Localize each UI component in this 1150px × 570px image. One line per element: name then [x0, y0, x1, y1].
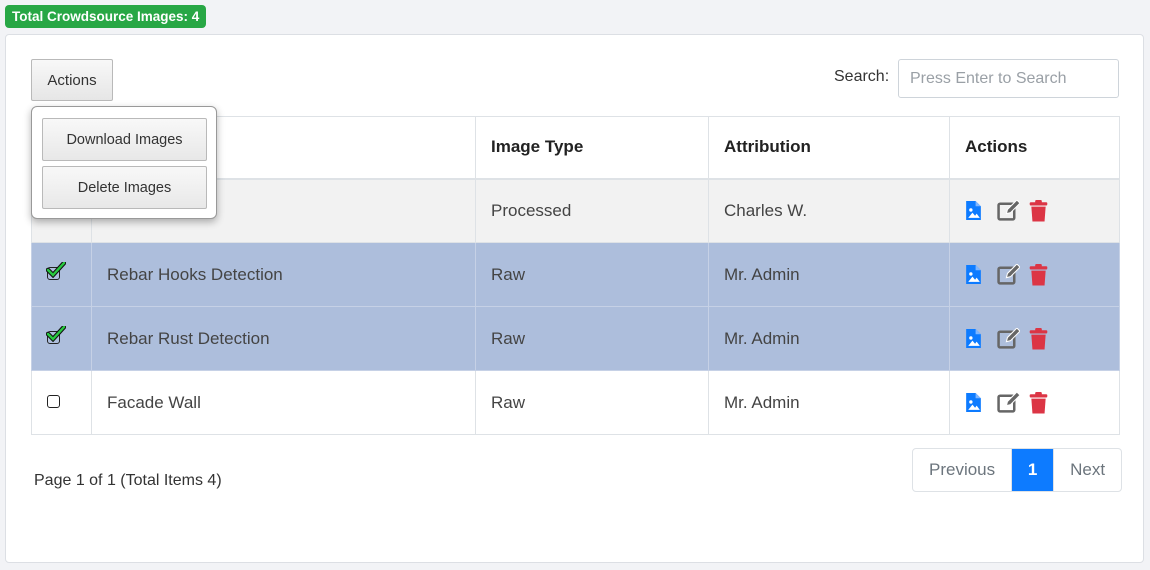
attribution-cell: Mr. Admin	[708, 242, 950, 307]
row-select-cell	[31, 242, 92, 307]
row-actions-cell	[949, 242, 1120, 307]
table-row[interactable]: Rebar Hooks Detection Raw Mr. Admin	[31, 242, 1120, 307]
row-checkbox[interactable]	[47, 394, 60, 408]
total-images-badge: Total Crowdsource Images: 4	[5, 5, 207, 28]
image-file-icon[interactable]	[965, 392, 987, 414]
image-title-cell: Rebar Hooks Detection	[91, 242, 476, 307]
trash-icon[interactable]	[1029, 199, 1051, 222]
search-input[interactable]	[898, 59, 1119, 98]
attribution-column-header: Attribution	[708, 116, 950, 180]
page-1-button[interactable]: 1	[1012, 449, 1054, 491]
page-info: Page 1 of 1 (Total Items 4)	[34, 472, 222, 489]
row-select-cell	[31, 370, 92, 435]
edit-icon[interactable]	[997, 199, 1021, 222]
image-type-cell: Processed	[475, 178, 709, 243]
row-actions-cell	[949, 178, 1120, 243]
row-checkbox[interactable]	[46, 325, 66, 344]
image-file-icon[interactable]	[965, 200, 987, 222]
attribution-cell: Charles W.	[708, 178, 950, 243]
attribution-cell: Mr. Admin	[708, 306, 950, 371]
search-label: Search:	[834, 68, 890, 85]
attribution-cell: Mr. Admin	[708, 370, 950, 435]
image-file-icon[interactable]	[965, 328, 987, 350]
table-row[interactable]: Facade Wall Raw Mr. Admin	[31, 370, 1120, 435]
image-type-cell: Raw	[475, 242, 709, 307]
image-title-cell: Rebar Rust Detection	[91, 306, 476, 371]
edit-icon[interactable]	[997, 262, 1021, 286]
edit-icon[interactable]	[997, 390, 1021, 414]
next-page-button[interactable]: Next	[1053, 449, 1121, 491]
edit-icon[interactable]	[997, 326, 1021, 350]
previous-page-button[interactable]: Previous	[913, 449, 1013, 491]
actions-button[interactable]: Actions	[31, 59, 113, 101]
table-row[interactable]: Rebar Rust Detection Raw Mr. Admin	[31, 306, 1120, 371]
image-type-column-header: Image Type	[475, 116, 709, 180]
row-actions-cell	[949, 370, 1120, 435]
actions-dropdown-menu: Download Images Delete Images	[31, 106, 217, 219]
image-type-cell: Raw	[475, 370, 709, 435]
trash-icon[interactable]	[1029, 263, 1051, 286]
trash-icon[interactable]	[1029, 391, 1051, 414]
delete-images-menu-item[interactable]: Delete Images	[42, 166, 207, 209]
row-actions-cell	[949, 306, 1120, 371]
actions-column-header: Actions	[949, 116, 1120, 180]
row-select-cell	[31, 306, 92, 371]
image-file-icon[interactable]	[965, 264, 987, 286]
pagination: Previous 1 Next	[912, 448, 1123, 492]
trash-icon[interactable]	[1029, 327, 1051, 350]
image-type-cell: Raw	[475, 306, 709, 371]
download-images-menu-item[interactable]: Download Images	[42, 118, 207, 161]
row-checkbox[interactable]	[46, 261, 66, 280]
image-title-cell: Facade Wall	[91, 370, 476, 435]
